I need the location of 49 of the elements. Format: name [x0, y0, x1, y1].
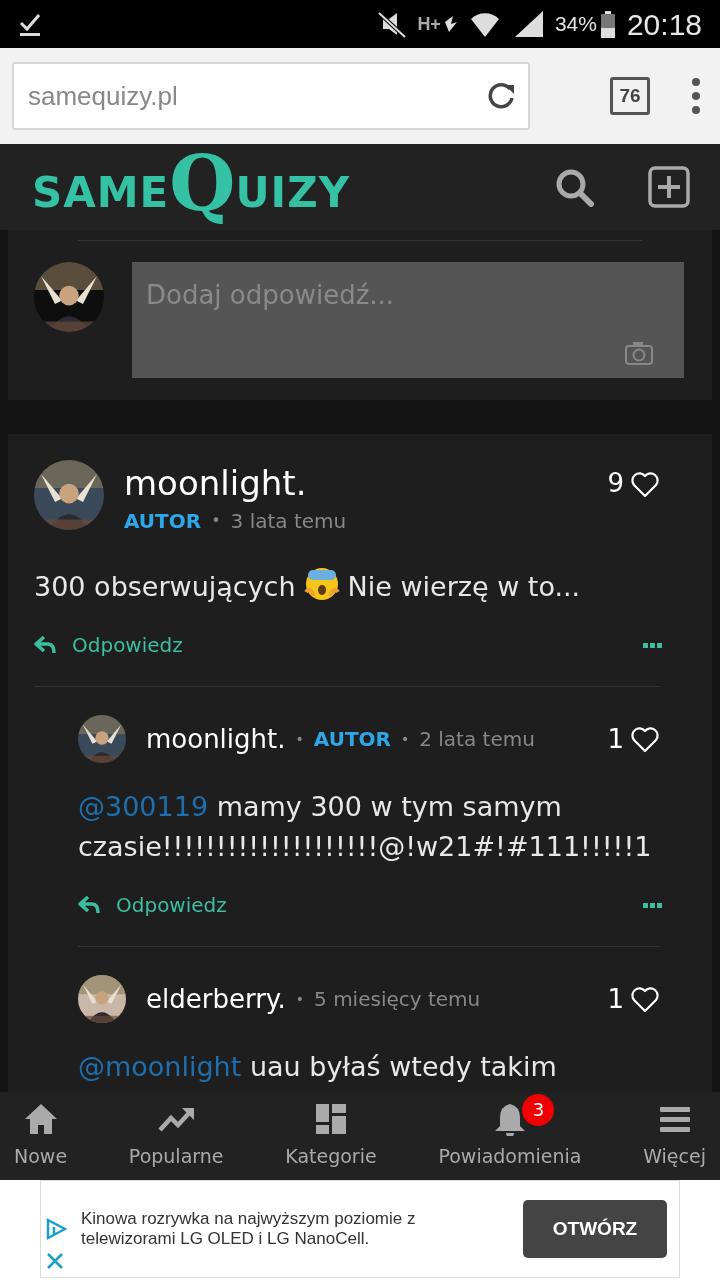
battery-icon	[600, 10, 615, 38]
close-icon[interactable]	[45, 1251, 65, 1271]
comment-time: 5 miesięcy temu	[314, 986, 481, 1013]
reload-icon[interactable]	[486, 81, 516, 111]
separator-dot: •	[400, 729, 410, 749]
menu-icon[interactable]	[692, 78, 700, 114]
comment-text: @moonlight uau byłaś wtedy takim	[78, 1050, 558, 1084]
heart-icon[interactable]	[630, 985, 660, 1013]
nav-tab[interactable]: Więcej	[643, 1101, 706, 1171]
like-count: 9	[607, 467, 624, 500]
tab-count-button[interactable]: 76	[610, 77, 650, 115]
more-icon[interactable]	[643, 902, 662, 908]
reply-button[interactable]: Odpowiedz	[34, 630, 183, 660]
emoji-icon	[303, 566, 340, 602]
author-name[interactable]: elderberry.	[146, 979, 286, 1019]
nav-tab[interactable]: Nowe	[14, 1101, 68, 1171]
address-bar[interactable]: samequizy.pl	[12, 62, 530, 130]
heart-icon[interactable]	[630, 469, 660, 498]
search-icon[interactable]	[554, 167, 594, 207]
like-count: 1	[607, 982, 624, 1016]
reply-icon	[78, 895, 102, 915]
author-label: AUTOR	[313, 726, 391, 753]
add-icon[interactable]	[648, 166, 690, 208]
reply-button[interactable]: Odpowiedz	[78, 890, 227, 920]
author-label: AUTOR	[124, 508, 202, 535]
author-name[interactable]: moonlight.	[124, 462, 347, 504]
separator-dot: •	[295, 989, 305, 1009]
more-icon[interactable]	[643, 642, 662, 648]
like-count: 1	[607, 722, 624, 756]
download-done-icon	[18, 11, 42, 37]
author-name[interactable]: moonlight.	[146, 719, 286, 759]
open-button[interactable]: OTWÓRZ	[523, 1200, 667, 1258]
separator-dot: •	[211, 510, 221, 532]
comment-text: @300119 mamy 300 w tym samym czasie!!!!!!!!!!!!!!!!!!!!@!w21#!#111!!!!!1	[78, 790, 653, 864]
nav-tab[interactable]: Popularne	[128, 1101, 224, 1171]
nav-tab[interactable]: Kategorie	[285, 1101, 377, 1171]
comment-time: 2 lata temu	[419, 726, 535, 753]
ad-choices-icon[interactable]	[45, 1217, 67, 1241]
url-text: samequizy.pl	[28, 79, 179, 113]
comment-text: 300 obserwujących Nie wierzę w to...	[34, 566, 660, 607]
reply-icon	[34, 635, 58, 655]
separator-dot: •	[295, 729, 304, 749]
ad-text: Kinowa rozrywka na najwyższym poziomie z telewizorami LG OLED i LG NanoCell.	[81, 1209, 417, 1249]
battery-percent: 34%	[554, 11, 597, 38]
comment-time: 3 lata temu	[230, 508, 347, 535]
notification-badge: 3	[522, 1093, 555, 1126]
network-type: H+	[417, 12, 441, 36]
heart-icon[interactable]	[630, 725, 660, 753]
clock: 20:18	[626, 6, 702, 43]
